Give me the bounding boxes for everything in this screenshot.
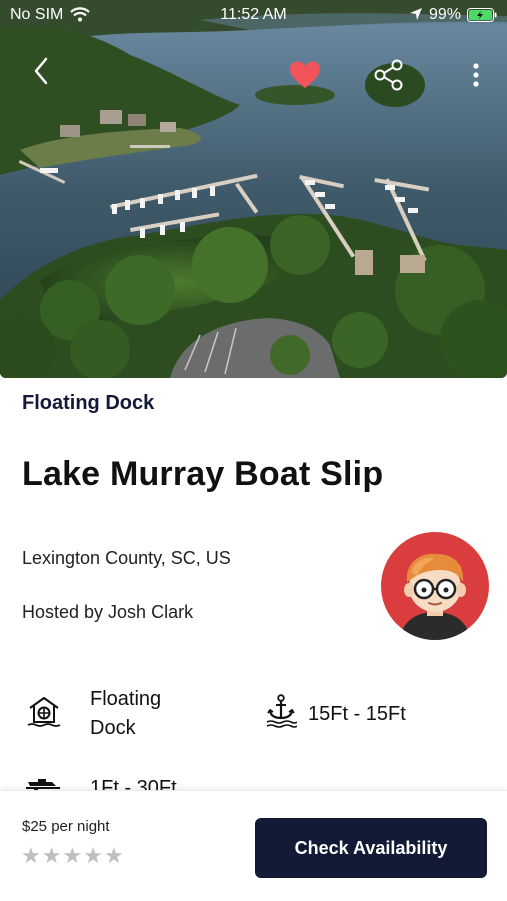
star-4-icon[interactable]: ★ <box>83 843 103 868</box>
location-arrow-icon <box>409 7 423 26</box>
listing-category: Floating Dock <box>22 392 155 414</box>
host-avatar-illustration <box>381 532 489 640</box>
battery-percent: 99% <box>429 6 462 23</box>
hero-photo: No SIM 11:52 AM 99% <box>0 0 507 378</box>
status-bar: No SIM 11:52 AM 99% <box>0 0 507 30</box>
favorite-button[interactable] <box>288 60 322 90</box>
listing-title: Lake Murray Boat Slip <box>22 455 384 493</box>
rating-stars: ★★★★★ <box>21 843 125 869</box>
host-avatar[interactable] <box>381 532 489 640</box>
star-3-icon[interactable]: ★ <box>62 843 82 868</box>
listing-location: Lexington County, SC, US <box>22 548 231 568</box>
feature-dock-type: Floating Dock <box>90 688 162 739</box>
battery-icon <box>467 8 497 27</box>
star-1-icon[interactable]: ★ <box>21 843 41 868</box>
share-button[interactable] <box>372 58 406 92</box>
share-icon <box>374 59 403 91</box>
heart-icon <box>290 61 320 88</box>
feature-slip-size: 15Ft - 15Ft <box>308 703 406 725</box>
check-availability-button[interactable]: Check Availability <box>255 818 487 878</box>
vertical-dots-icon <box>473 63 479 87</box>
price-per-night: $25 per night <box>22 818 110 835</box>
more-options-button[interactable] <box>466 60 486 90</box>
star-2-icon[interactable]: ★ <box>42 843 62 868</box>
marina-aerial-photo <box>0 0 507 378</box>
booking-bar: $25 per night ★★★★★ Check Availability <box>0 790 507 901</box>
star-5-icon[interactable]: ★ <box>104 843 124 868</box>
listing-host: Hosted by Josh Clark <box>22 602 194 622</box>
floating-dock-icon <box>26 694 62 733</box>
chevron-left-icon <box>34 57 48 85</box>
back-button[interactable] <box>28 55 56 87</box>
anchor-icon <box>265 694 298 733</box>
